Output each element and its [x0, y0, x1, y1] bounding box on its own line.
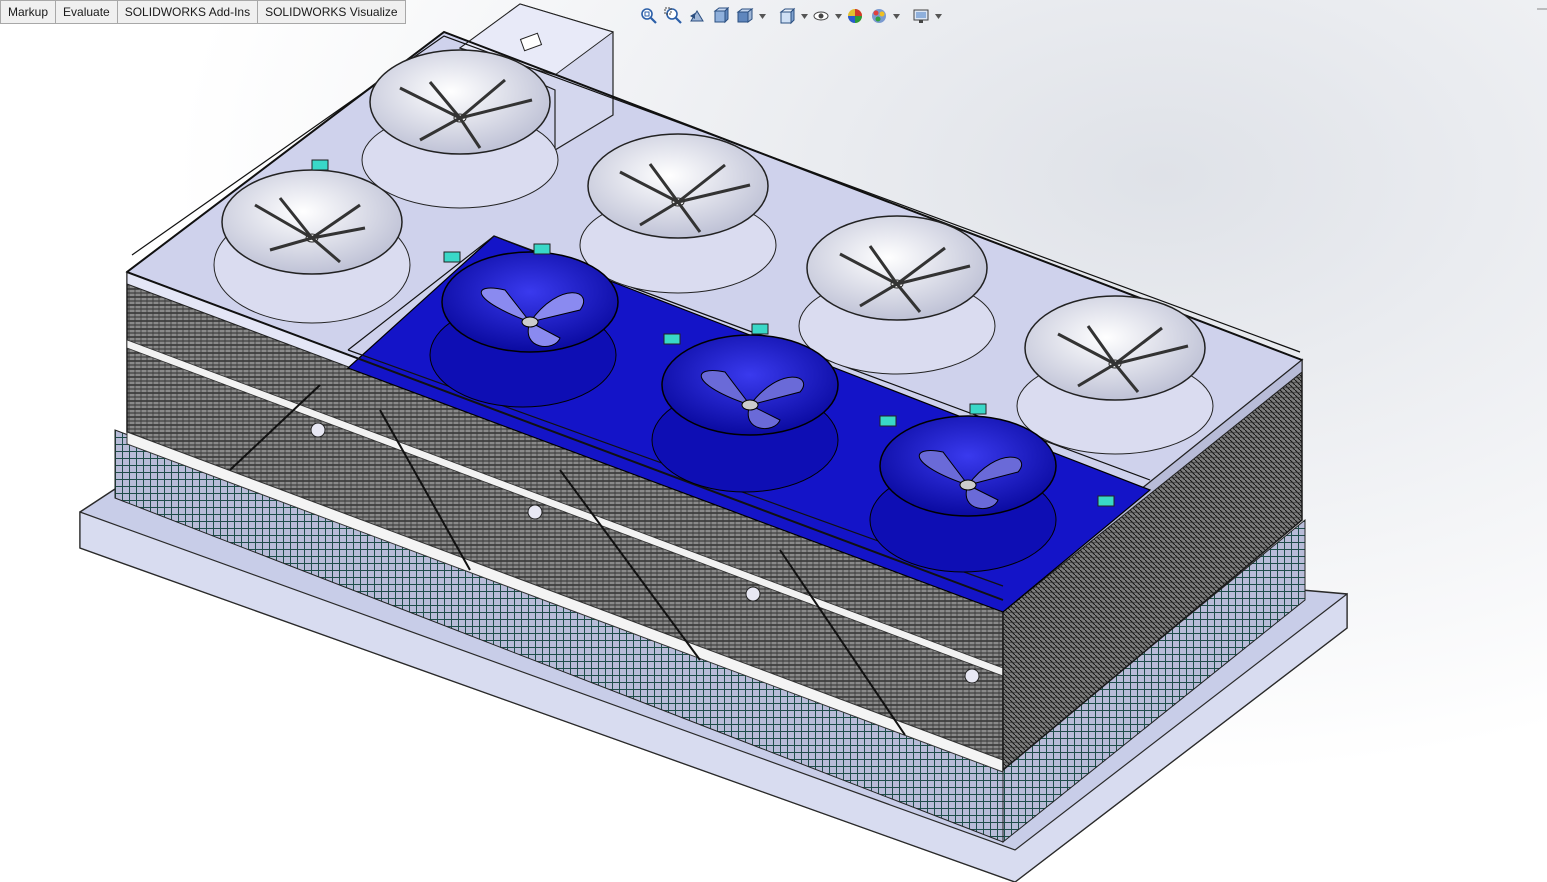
view-orientation-icon[interactable] [734, 5, 756, 27]
command-manager-tabs: Markup Evaluate SOLIDWORKS Add-Ins SOLID… [0, 0, 406, 24]
tab-markup[interactable]: Markup [0, 0, 57, 24]
display-style-dropdown-icon[interactable] [800, 5, 808, 27]
tab-solidworks-add-ins[interactable]: SOLIDWORKS Add-Ins [117, 0, 259, 24]
fan-blue-1 [429, 251, 619, 408]
fan-white-1 [213, 169, 411, 324]
view-settings-icon[interactable] [910, 5, 932, 27]
fan-blue-3 [869, 415, 1057, 573]
tab-solidworks-visualize[interactable]: SOLIDWORKS Visualize [258, 0, 406, 24]
zoom-to-fit-icon[interactable] [638, 5, 660, 27]
apply-scene-dropdown-icon[interactable] [892, 5, 900, 27]
edit-appearance-icon[interactable] [844, 5, 866, 27]
tab-evaluate[interactable]: Evaluate [56, 0, 118, 24]
hide-show-dropdown-icon[interactable] [834, 5, 842, 27]
graphics-area-viewport[interactable] [0, 0, 1547, 882]
apply-scene-icon[interactable] [868, 5, 890, 27]
zoom-to-area-icon[interactable] [662, 5, 684, 27]
display-style-icon[interactable] [776, 5, 798, 27]
fan-white-4 [798, 215, 996, 375]
previous-view-icon[interactable] [686, 5, 708, 27]
view-orientation-dropdown-icon[interactable] [758, 5, 766, 27]
fan-white-3 [579, 133, 777, 294]
hide-show-items-icon[interactable] [810, 5, 832, 27]
section-view-icon[interactable] [710, 5, 732, 27]
fan-white-2 [361, 49, 559, 209]
fan-blue-2 [651, 334, 839, 493]
window-edge [1537, 0, 1547, 12]
heads-up-view-toolbar [638, 4, 942, 28]
fan-white-5 [1016, 295, 1214, 455]
view-settings-dropdown-icon[interactable] [934, 5, 942, 27]
